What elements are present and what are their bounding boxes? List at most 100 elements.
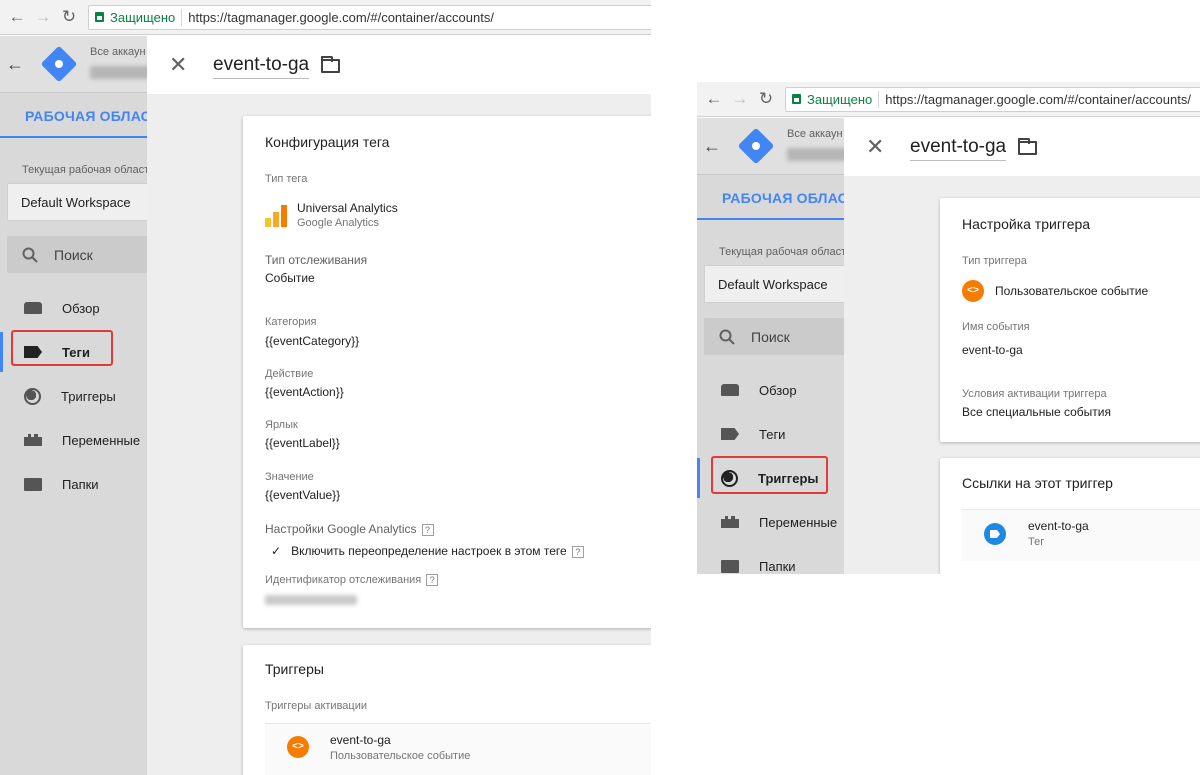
value-value: {{eventValue}} — [265, 488, 341, 502]
triggers-card[interactable]: Триггеры Триггеры активации <> event-to-… — [243, 645, 651, 775]
trigger-editor-panel: ✕ event-to-ga Настройка триггера Тип три… — [844, 118, 1200, 574]
lock-icon — [792, 94, 801, 104]
folder-icon[interactable] — [321, 56, 340, 73]
firing-triggers-label: Триггеры активации — [265, 700, 368, 712]
back-arrow-icon[interactable]: ← — [703, 136, 721, 157]
card-title: Ссылки на этот триггер — [962, 475, 1113, 491]
close-icon[interactable]: ✕ — [866, 134, 884, 160]
gtm-logo-icon — [40, 45, 78, 83]
trigger-references-card[interactable]: Ссылки на этот триггер event-to-ga Тег — [940, 458, 1200, 574]
forward-icon[interactable]: → — [30, 4, 56, 30]
tag-icon — [984, 523, 1006, 545]
secure-indicator[interactable]: Защищено — [89, 8, 183, 26]
help-icon[interactable]: ? — [571, 545, 584, 558]
checkmark-icon: ✓ — [271, 544, 282, 558]
track-type-label: Тип отслеживания — [265, 253, 368, 267]
account-label: Все аккаун — [90, 46, 146, 58]
action-label: Действие — [265, 368, 314, 380]
screenshot-trigger-config: ← → ↻ Защищено https://tagmanager.google… — [697, 82, 1200, 574]
ga-settings-row: Настройки Google Analytics? — [265, 522, 434, 536]
trigger-icon — [24, 387, 41, 405]
browser-toolbar: ← → ↻ Защищено https://tagmanager.google… — [697, 82, 1200, 117]
custom-event-icon: <> — [287, 736, 309, 758]
variables-icon — [24, 434, 42, 446]
sidebar-item-label: Обзор — [759, 382, 797, 398]
custom-event-icon: <> — [962, 280, 984, 302]
overview-icon — [24, 302, 42, 314]
address-bar[interactable]: Защищено https://tagmanager.google.com/#… — [88, 4, 651, 30]
track-type-value: Событие — [265, 271, 315, 285]
sidebar-item-label: Переменные — [62, 432, 141, 448]
reference-name: event-to-ga — [1028, 519, 1089, 533]
sidebar-item-label: Теги — [759, 426, 786, 442]
highlight-box — [711, 456, 828, 494]
search-placeholder: Поиск — [54, 246, 93, 263]
event-name-value: event-to-ga — [962, 343, 1023, 357]
panel-title[interactable]: event-to-ga — [910, 136, 1007, 161]
search-placeholder: Поиск — [751, 328, 790, 345]
forward-icon[interactable]: → — [727, 86, 753, 112]
panel-header: ✕ event-to-ga — [844, 118, 1200, 176]
reference-type: Тег — [1028, 536, 1045, 548]
search-icon — [719, 329, 735, 345]
sidebar-item-label: Триггеры — [61, 388, 116, 404]
reload-icon[interactable]: ↻ — [56, 4, 82, 30]
lock-icon — [95, 12, 104, 22]
ga-settings-label: Настройки Google Analytics — [265, 522, 417, 536]
account-label: Все аккаун — [787, 128, 843, 140]
tag-type-sub: Google Analytics — [297, 217, 379, 229]
folder-icon[interactable] — [1018, 138, 1037, 155]
reload-icon[interactable]: ↻ — [753, 86, 779, 112]
trigger-type: Пользовательское событие — [330, 750, 471, 762]
trigger-list-item[interactable]: <> event-to-ga Пользовательское событие — [265, 723, 651, 775]
tag-editor-panel: ✕ event-to-ga Конфигурация тега Тип тега… — [147, 36, 651, 775]
tracking-id-label: Идентификатор отслеживания — [265, 574, 422, 586]
url-text: https://tagmanager.google.com/#/containe… — [188, 9, 494, 25]
card-title: Настройка триггера — [962, 216, 1091, 232]
address-bar[interactable]: Защищено https://tagmanager.google.com/#… — [785, 86, 1200, 112]
trigger-type-value: Пользовательское событие — [995, 284, 1149, 298]
trigger-name: event-to-ga — [330, 733, 391, 747]
folder-icon — [721, 559, 739, 573]
card-title: Конфигурация тега — [265, 134, 390, 150]
tracking-id-redacted — [265, 595, 357, 605]
label-value: {{eventLabel}} — [265, 436, 340, 450]
highlight-box — [11, 330, 113, 366]
category-value: {{eventCategory}} — [265, 334, 360, 348]
close-icon[interactable]: ✕ — [169, 52, 187, 78]
overview-icon — [721, 384, 739, 396]
tag-config-card[interactable]: Конфигурация тега Тип тега Universal Ana… — [243, 116, 651, 628]
category-label: Категория — [265, 316, 317, 328]
back-icon[interactable]: ← — [4, 4, 30, 30]
help-icon[interactable]: ? — [426, 574, 439, 587]
gtm-logo-icon — [737, 127, 775, 165]
current-workspace-label: Текущая рабочая област — [719, 246, 847, 258]
panel-title[interactable]: event-to-ga — [213, 54, 310, 79]
current-workspace-label: Текущая рабочая област — [22, 164, 150, 176]
folder-icon — [24, 477, 42, 491]
override-row: ✓ Включить переопределение настроек в это… — [271, 544, 584, 558]
back-icon[interactable]: ← — [701, 86, 727, 112]
trigger-config-card[interactable]: Настройка триггера Тип триггера <> Польз… — [940, 198, 1200, 442]
help-icon[interactable]: ? — [421, 523, 434, 536]
card-title: Триггеры — [265, 661, 324, 677]
conditions-value: Все специальные события — [962, 405, 1111, 419]
reference-list-item[interactable]: event-to-ga Тег — [962, 509, 1200, 561]
back-arrow-icon[interactable]: ← — [6, 54, 24, 75]
value-label: Значение — [265, 471, 314, 483]
action-value: {{eventAction}} — [265, 385, 344, 399]
tracking-id-row: Идентификатор отслеживания? — [265, 574, 439, 587]
trigger-type-label: Тип триггера — [962, 255, 1027, 267]
override-label: Включить переопределение настроек в этом… — [291, 544, 567, 558]
sidebar-item-label: Обзор — [62, 300, 100, 316]
screenshot-tag-config: ← → ↻ Защищено https://tagmanager.google… — [0, 0, 651, 775]
secure-indicator[interactable]: Защищено — [786, 90, 880, 108]
browser-toolbar: ← → ↻ Защищено https://tagmanager.google… — [0, 0, 651, 35]
analytics-icon — [265, 205, 287, 227]
label-label: Ярлык — [265, 419, 298, 431]
secure-label: Защищено — [110, 9, 176, 25]
sidebar-item-label: Папки — [62, 476, 99, 492]
secure-label: Защищено — [807, 91, 873, 107]
variables-icon — [721, 516, 739, 528]
tag-type-name: Universal Analytics — [297, 201, 398, 215]
